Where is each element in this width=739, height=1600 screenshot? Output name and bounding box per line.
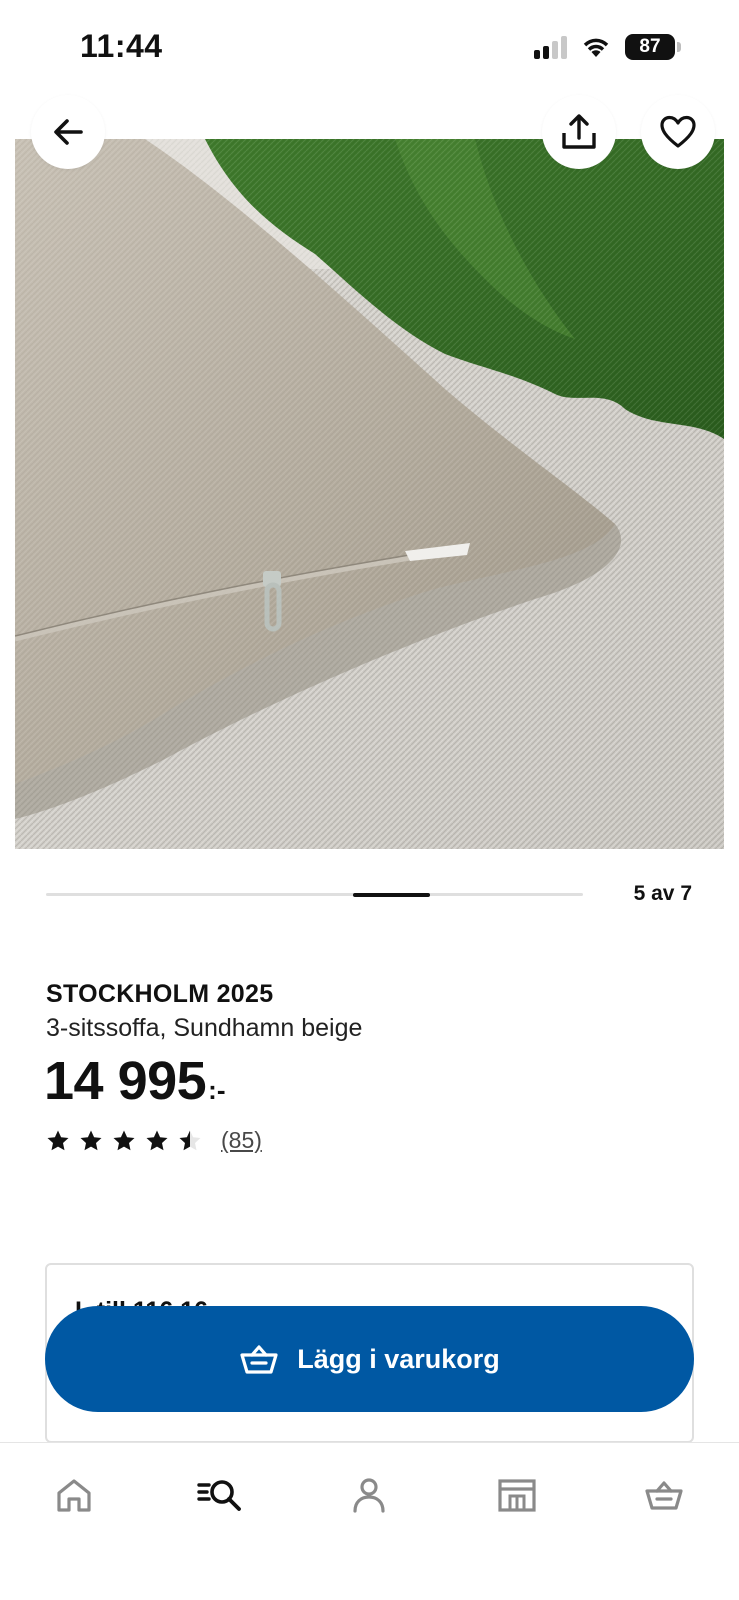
product-description: 3-sitssoffa, Sundhamn beige (46, 1014, 363, 1042)
basket-icon (240, 1345, 278, 1374)
star-icon (113, 1130, 135, 1150)
product-price: 14 995 :- (44, 1050, 226, 1112)
wifi-icon (583, 38, 609, 57)
heart-icon (660, 115, 696, 148)
image-carousel-indicator: 5 av 7 (46, 880, 692, 910)
star-icon (146, 1130, 168, 1150)
star-icon (47, 1130, 69, 1150)
add-to-cart-button[interactable]: Lägg i varukorg (45, 1306, 694, 1412)
favorite-button[interactable] (641, 95, 715, 169)
review-count-link[interactable]: (85) (221, 1127, 262, 1154)
review-count[interactable]: (85) (221, 1127, 262, 1153)
half-star-icon (179, 1130, 201, 1150)
carousel-progress (352, 892, 430, 897)
price-suffix: :- (208, 1075, 226, 1105)
status-icons: 87 (534, 34, 681, 60)
bottom-navigation (0, 1442, 739, 1600)
store-icon (498, 1479, 536, 1512)
carousel-track (46, 892, 583, 897)
product-rating[interactable]: (85) (46, 1127, 262, 1154)
back-button[interactable] (31, 95, 105, 169)
search-icon (197, 1480, 241, 1511)
battery-level: 87 (639, 36, 661, 57)
status-time: 11:44 (80, 28, 163, 64)
nav-search[interactable] (190, 1465, 250, 1525)
star-icon (80, 1130, 102, 1150)
share-button[interactable] (542, 95, 616, 169)
nav-home[interactable] (44, 1465, 104, 1525)
product-name: STOCKHOLM 2025 (46, 980, 274, 1008)
signal-icon (534, 35, 567, 59)
price-value: 14 995 (44, 1051, 207, 1111)
share-icon (562, 114, 596, 149)
cart-icon (645, 1481, 683, 1510)
nav-cart[interactable] (634, 1465, 694, 1525)
carousel-counter: 5 av 7 (633, 882, 692, 905)
profile-icon (353, 1478, 385, 1513)
status-bar: 11:44 87 (0, 0, 739, 100)
add-to-cart-label: Lägg i varukorg (297, 1343, 500, 1374)
battery-icon: 87 (625, 34, 681, 60)
nav-store[interactable] (487, 1465, 547, 1525)
home-icon (57, 1479, 91, 1512)
nav-profile[interactable] (339, 1465, 399, 1525)
product-image[interactable] (15, 139, 724, 849)
arrow-left-icon (54, 119, 83, 145)
